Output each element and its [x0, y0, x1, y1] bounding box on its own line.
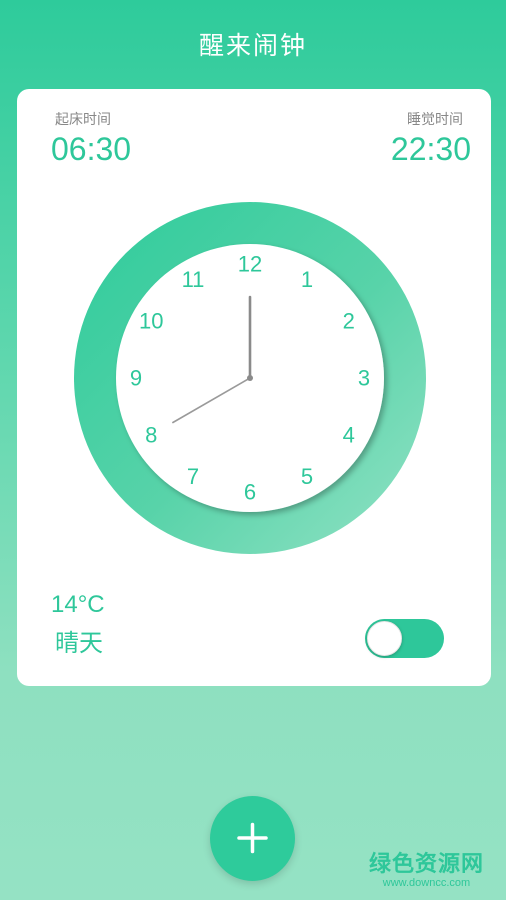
clock-numeral-8: 8 [145, 423, 157, 448]
alarm-card: 起床时间 06:30 睡觉时间 22:30 12 1 2 3 4 5 6 7 8 9 10 11 14… [17, 89, 491, 686]
clock-numeral-10: 10 [139, 309, 163, 334]
clock-numeral-9: 9 [130, 366, 142, 391]
toggle-knob [367, 621, 402, 656]
add-alarm-button[interactable] [210, 796, 295, 881]
clock-numeral-3: 3 [358, 366, 370, 391]
plus-icon [237, 822, 268, 854]
temperature: 14°C [51, 591, 105, 618]
weather-condition: 晴天 [55, 629, 103, 657]
watermark-main: 绿色资源网 [368, 852, 484, 877]
watermark: 绿色资源网 www.downcc.com [369, 846, 484, 889]
watermark-sub: www.downcc.com [382, 877, 471, 889]
clock-numeral-11: 11 [182, 267, 205, 292]
clock-numeral-7: 7 [187, 464, 199, 489]
clock-numeral-5: 5 [301, 464, 313, 489]
clock-numeral-4: 4 [343, 423, 355, 448]
app-title: 醒来闹钟 [198, 31, 307, 60]
weather-info: 14°C 晴天 [51, 591, 105, 658]
clock-numeral-2: 2 [343, 309, 355, 334]
clock-numeral-6: 6 [244, 480, 256, 505]
alarm-toggle[interactable] [365, 619, 444, 658]
clock-numeral-1: 1 [301, 267, 313, 292]
clock-numeral-12: 12 [238, 252, 262, 277]
clock-center-pin [247, 375, 253, 381]
